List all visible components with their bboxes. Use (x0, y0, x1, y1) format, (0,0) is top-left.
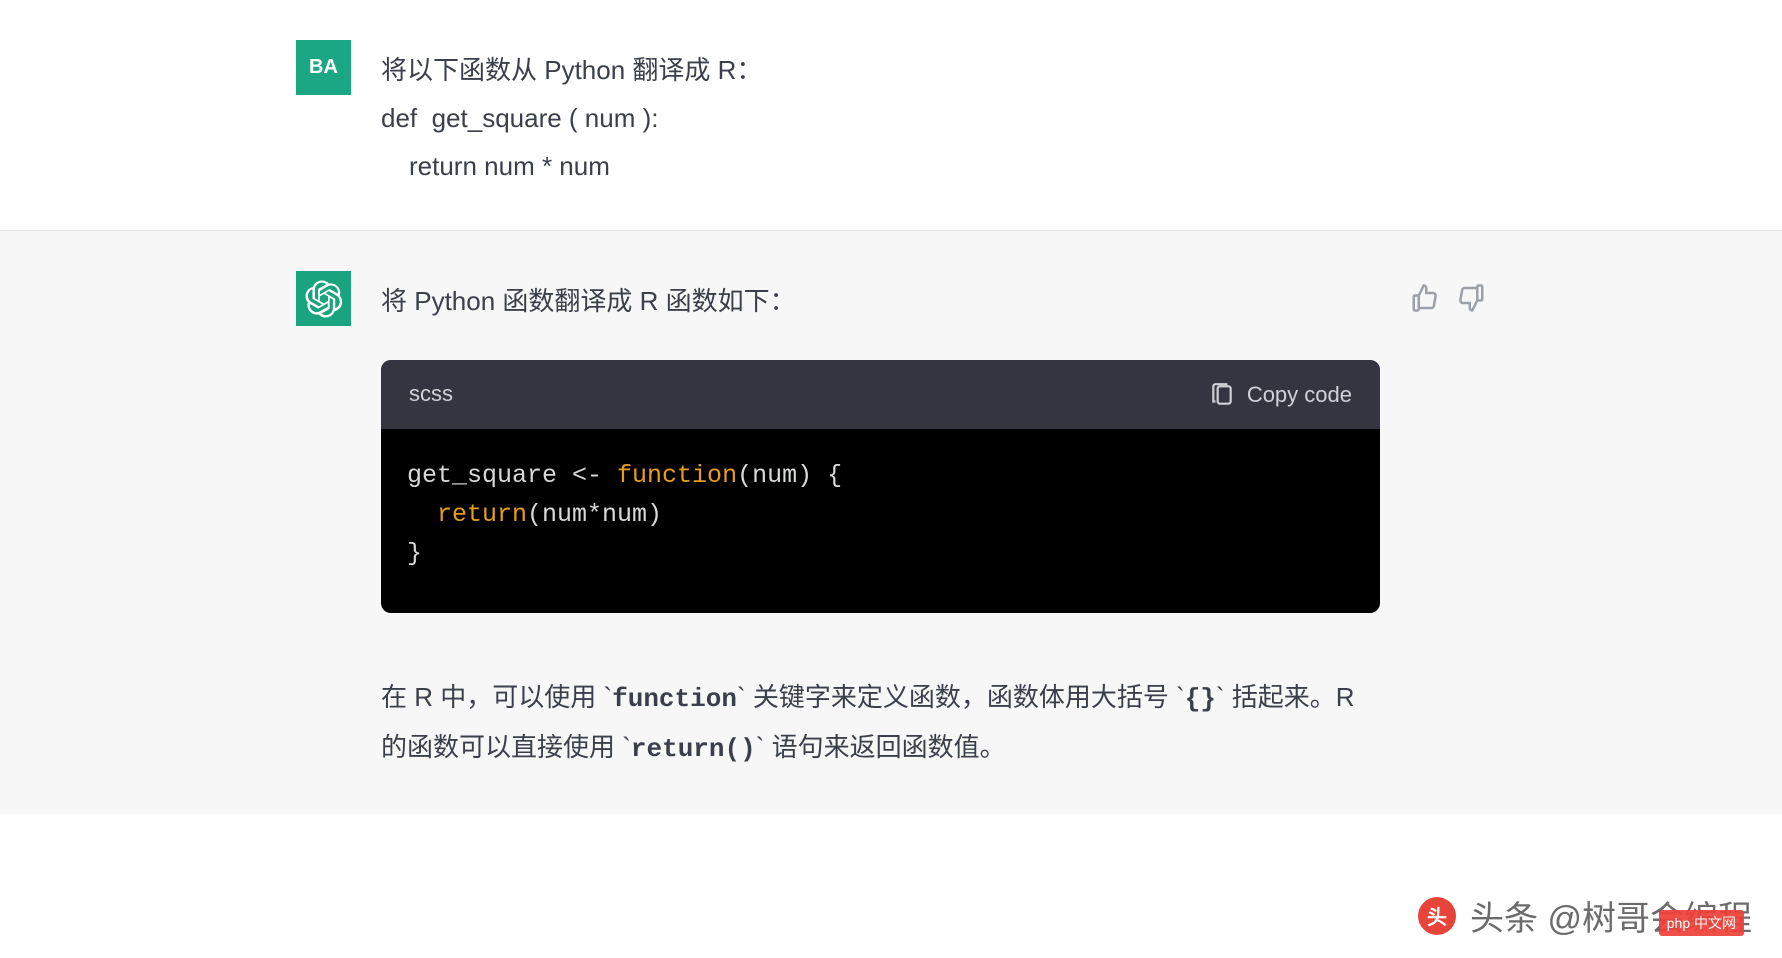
user-line-1: 将以下函数从 Python 翻译成 R： (381, 46, 1486, 94)
message-inner: 将 Python 函数翻译成 R 函数如下： scss Copy code ge… (191, 271, 1591, 773)
code-text: } (407, 539, 422, 568)
thumbs-up-icon (1410, 283, 1440, 313)
user-message-content: 将以下函数从 Python 翻译成 R： def get_square ( nu… (381, 40, 1486, 190)
inline-code: function (612, 684, 737, 714)
feedback-buttons (1410, 271, 1486, 773)
clipboard-icon (1209, 382, 1235, 408)
explanation: 在 R 中，可以使用 `function` 关键字来定义函数，函数体用大括号 `… (381, 673, 1380, 773)
code-keyword: function (617, 461, 737, 490)
thumbs-down-icon (1456, 283, 1486, 313)
code-header: scss Copy code (381, 360, 1380, 429)
user-message: BA 将以下函数从 Python 翻译成 R： def get_square (… (0, 0, 1782, 231)
explanation-text: 在 R 中，可以使用 ` (381, 682, 612, 712)
assistant-avatar (296, 271, 351, 326)
watermark-badge: php 中文网 (1659, 910, 1744, 936)
code-text: (num) { (737, 461, 842, 490)
code-language-label: scss (409, 374, 453, 415)
user-avatar: BA (296, 40, 351, 95)
explanation-text: ` 语句来返回函数值。 (756, 732, 1006, 762)
assistant-message-content: 将 Python 函数翻译成 R 函数如下： scss Copy code ge… (381, 271, 1380, 773)
code-block: scss Copy code get_square <- function(nu… (381, 360, 1380, 613)
code-text: (num*num) (527, 500, 662, 529)
message-inner: BA 将以下函数从 Python 翻译成 R： def get_square (… (191, 40, 1591, 190)
code-keyword: return (437, 500, 527, 529)
code-body: get_square <- function(num) { return(num… (381, 429, 1380, 613)
copy-code-button[interactable]: Copy code (1209, 382, 1352, 408)
inline-code: {} (1185, 684, 1216, 714)
explanation-text: ` 关键字来定义函数，函数体用大括号 ` (737, 682, 1185, 712)
assistant-intro: 将 Python 函数翻译成 R 函数如下： (381, 277, 1380, 325)
openai-logo-icon (305, 280, 343, 318)
user-line-2: def get_square ( num ): (381, 94, 1486, 142)
avatar-label: BA (309, 56, 338, 79)
inline-code: return() (631, 734, 756, 764)
code-indent (407, 500, 437, 529)
watermark-logo-icon: 头 (1418, 897, 1456, 935)
code-text: get_square <- (407, 461, 617, 490)
thumbs-down-button[interactable] (1456, 283, 1486, 313)
thumbs-up-button[interactable] (1410, 283, 1440, 313)
assistant-message: 将 Python 函数翻译成 R 函数如下： scss Copy code ge… (0, 231, 1782, 813)
user-line-3: return num * num (381, 142, 1486, 190)
copy-code-label: Copy code (1247, 382, 1352, 408)
